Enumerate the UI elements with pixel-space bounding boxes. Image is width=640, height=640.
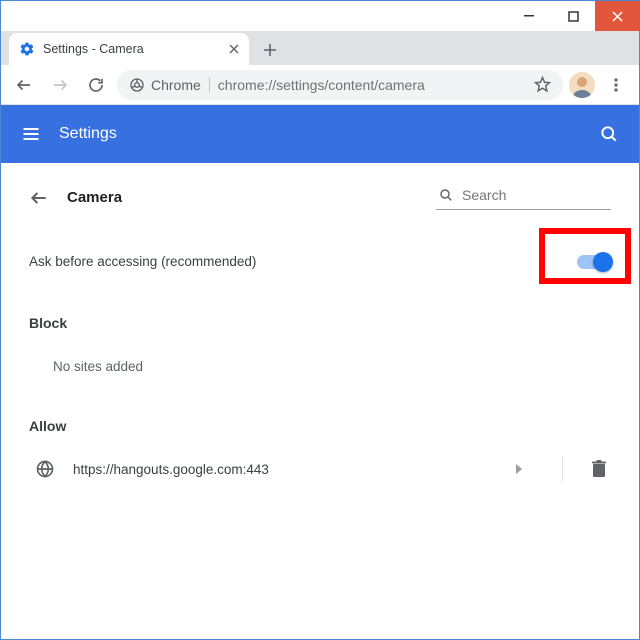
tab-strip: Settings - Camera	[1, 31, 639, 65]
site-info-chip[interactable]: Chrome	[129, 77, 201, 93]
ask-toggle[interactable]	[577, 255, 611, 269]
nav-reload-button[interactable]	[81, 70, 111, 100]
settings-search[interactable]	[436, 185, 611, 210]
nav-forward-button[interactable]	[45, 70, 75, 100]
block-empty-text: No sites added	[29, 331, 611, 384]
globe-icon	[35, 459, 55, 479]
block-section-title: Block	[29, 315, 611, 331]
hamburger-menu-icon[interactable]	[21, 124, 41, 144]
trash-icon[interactable]	[591, 460, 607, 478]
chevron-right-icon[interactable]	[514, 463, 534, 475]
url-text: chrome://settings/content/camera	[218, 77, 425, 93]
tab-close-icon[interactable]	[229, 44, 239, 54]
allow-site-url: https://hangouts.google.com:443	[73, 462, 496, 477]
window-maximize-button[interactable]	[551, 1, 595, 31]
browser-menu-button[interactable]	[601, 70, 631, 100]
chrome-icon	[129, 77, 145, 93]
profile-avatar[interactable]	[569, 72, 595, 98]
browser-tab[interactable]: Settings - Camera	[9, 33, 249, 65]
site-chip-label: Chrome	[151, 77, 201, 93]
search-icon	[438, 187, 454, 203]
divider	[562, 456, 563, 482]
bookmark-star-icon[interactable]	[534, 76, 551, 93]
divider	[209, 77, 210, 93]
window-close-button[interactable]	[595, 1, 639, 31]
window-titlebar	[1, 1, 639, 31]
page-title: Camera	[67, 189, 122, 206]
page-header: Camera	[29, 185, 611, 210]
allow-section-title: Allow	[29, 418, 611, 434]
ask-before-accessing-row: Ask before accessing (recommended)	[29, 236, 611, 287]
window-minimize-button[interactable]	[507, 1, 551, 31]
address-bar[interactable]: Chrome chrome://settings/content/camera	[117, 70, 563, 100]
gear-icon	[19, 41, 35, 57]
new-tab-button[interactable]	[255, 35, 285, 65]
appbar-search-icon[interactable]	[599, 124, 619, 144]
allow-site-row[interactable]: https://hangouts.google.com:443	[29, 434, 611, 482]
back-arrow-icon[interactable]	[29, 188, 49, 208]
browser-toolbar: Chrome chrome://settings/content/camera	[1, 65, 639, 105]
appbar-title: Settings	[59, 125, 117, 143]
settings-appbar: Settings	[1, 105, 639, 163]
ask-label: Ask before accessing (recommended)	[29, 254, 256, 269]
settings-content: Camera Ask before accessing (recommended…	[1, 163, 639, 639]
nav-back-button[interactable]	[9, 70, 39, 100]
tab-title: Settings - Camera	[43, 42, 221, 56]
toggle-knob	[593, 252, 613, 272]
settings-search-input[interactable]	[462, 187, 609, 203]
browser-window: Settings - Camera Chrome chrome://settin…	[0, 0, 640, 640]
